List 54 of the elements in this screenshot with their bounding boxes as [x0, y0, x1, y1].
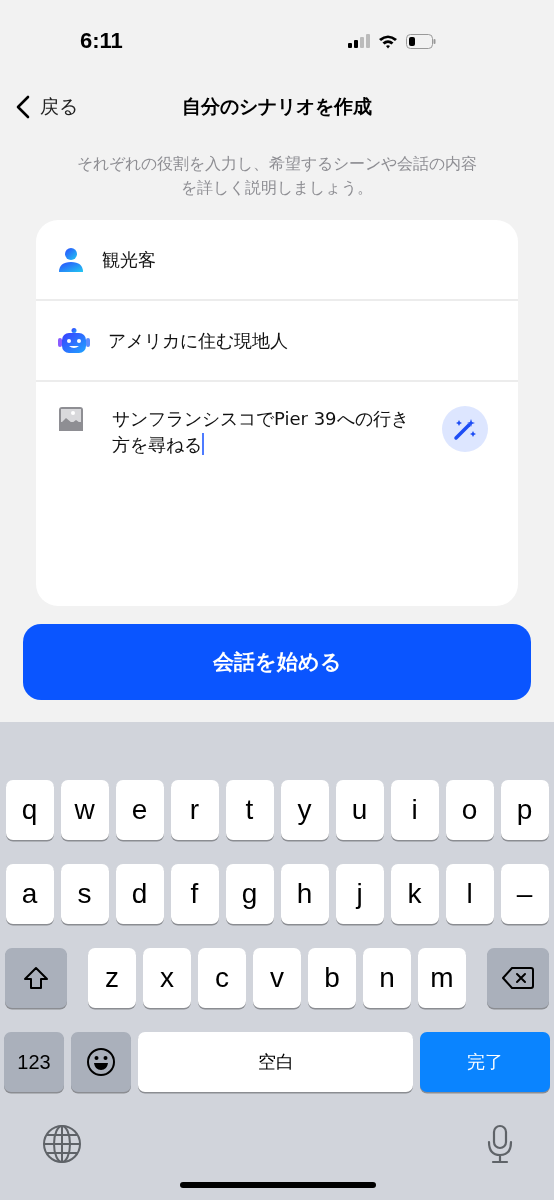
letter-key[interactable]: j — [335, 864, 384, 924]
letter-key[interactable]: f — [170, 864, 219, 924]
image-icon — [58, 406, 84, 432]
letter-key[interactable]: o — [445, 780, 494, 840]
letter-key[interactable]: k — [390, 864, 439, 924]
robot-icon — [58, 327, 90, 354]
letter-key[interactable]: m — [418, 948, 466, 1008]
letter-key[interactable]: e — [115, 780, 164, 840]
letter-key[interactable]: n — [363, 948, 411, 1008]
letter-key[interactable]: g — [225, 864, 274, 924]
letter-key[interactable]: x — [143, 948, 191, 1008]
emoji-key[interactable] — [71, 1032, 131, 1092]
letter-key[interactable]: a — [5, 864, 54, 924]
battery-icon — [406, 33, 436, 49]
letter-key[interactable]: i — [390, 780, 439, 840]
back-button[interactable]: 戻る — [12, 90, 82, 124]
status-time: 6:11 — [80, 28, 123, 54]
letter-key[interactable]: w — [60, 780, 109, 840]
shift-key[interactable] — [5, 948, 67, 1008]
letter-key[interactable]: l — [445, 864, 494, 924]
smiley-icon — [86, 1047, 116, 1077]
letter-key[interactable]: r — [170, 780, 219, 840]
globe-icon[interactable] — [42, 1124, 82, 1164]
letter-key[interactable]: h — [280, 864, 329, 924]
scene-field[interactable]: サンフランシスコでPier 39への行き方を尋ねる — [102, 406, 424, 458]
shift-arrow-icon — [23, 966, 49, 990]
person-icon — [58, 246, 84, 273]
microphone-icon[interactable] — [486, 1124, 514, 1164]
letter-key[interactable]: s — [60, 864, 109, 924]
letter-key[interactable]: q — [5, 780, 54, 840]
letter-key[interactable]: d — [115, 864, 164, 924]
page-title: 自分のシナリオを作成 — [182, 94, 372, 119]
letter-key[interactable]: u — [335, 780, 384, 840]
letter-key[interactable]: v — [253, 948, 301, 1008]
delete-key[interactable] — [487, 948, 549, 1008]
signal-icon — [348, 34, 370, 48]
letter-key[interactable]: b — [308, 948, 356, 1008]
letter-key[interactable]: p — [500, 780, 549, 840]
role-field[interactable]: アメリカに住む現地人 — [108, 328, 288, 353]
letter-key[interactable]: c — [198, 948, 246, 1008]
space-key[interactable]: 空白 — [138, 1032, 413, 1092]
numbers-key[interactable]: 123 — [4, 1032, 64, 1092]
backspace-icon — [502, 967, 534, 989]
magic-wand-button[interactable] — [442, 406, 488, 452]
letter-key[interactable]: – — [500, 864, 549, 924]
start-conversation-button[interactable]: 会話を始める — [23, 624, 531, 700]
done-key[interactable]: 完了 — [420, 1032, 550, 1092]
letter-key[interactable]: y — [280, 780, 329, 840]
wifi-icon — [378, 33, 398, 49]
letter-key[interactable]: z — [88, 948, 136, 1008]
instructions-text: それぞれの役割を入力し、希望するシーンや会話の内容を詳しく説明しましょう。 — [76, 153, 478, 199]
role-field[interactable]: 観光客 — [102, 247, 156, 272]
letter-key[interactable]: t — [225, 780, 274, 840]
chevron-left-icon — [16, 95, 30, 119]
